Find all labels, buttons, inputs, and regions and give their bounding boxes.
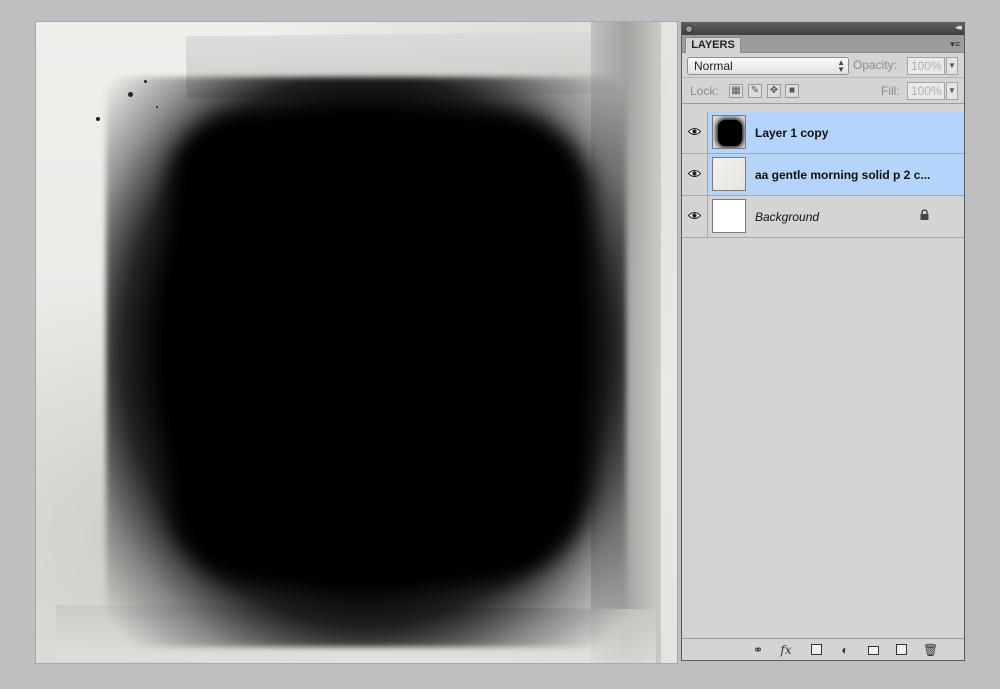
collapse-icon[interactable]: ◂◂ xyxy=(955,22,962,33)
lock-label: Lock: xyxy=(690,84,719,98)
tab-layers[interactable]: LAYERS xyxy=(685,37,741,53)
eye-icon xyxy=(688,170,701,177)
fill-field[interactable]: 100% xyxy=(907,82,945,100)
layers-list: Layer 1 copy aa gentle morning solid p 2… xyxy=(682,112,964,238)
ink-frame-core xyxy=(171,112,591,582)
fx-icon[interactable]: fx xyxy=(778,642,794,658)
layer-name: Background xyxy=(755,210,820,224)
fill-dropdown-icon[interactable]: ▼ xyxy=(946,82,958,100)
lock-position-icon[interactable]: ✥ xyxy=(767,84,781,98)
layer-row-background[interactable]: Background xyxy=(682,196,964,238)
visibility-toggle[interactable] xyxy=(682,196,708,237)
ink-speck xyxy=(156,106,158,108)
lock-all-icon[interactable]: ■ xyxy=(785,84,799,98)
visibility-toggle[interactable] xyxy=(682,112,708,153)
layer-row-paper[interactable]: aa gentle morning solid p 2 c... xyxy=(682,154,964,196)
layer-name: aa gentle morning solid p 2 c... xyxy=(755,168,931,182)
close-icon[interactable] xyxy=(685,25,693,33)
ink-speck xyxy=(96,117,100,121)
layers-panel: ◂◂ LAYERS ▾≡ Normal ▲ ▼ Opacity: 100% ▼ L… xyxy=(681,22,965,661)
layer-name: Layer 1 copy xyxy=(755,126,829,140)
fill-label: Fill: xyxy=(881,84,900,98)
link-layers-icon[interactable]: ⚭ xyxy=(748,642,768,658)
layer-thumbnail xyxy=(712,199,746,233)
opacity-field[interactable]: 100% xyxy=(907,57,945,75)
ink-speck xyxy=(144,80,147,83)
lock-row: Lock: ▦ ✎ ✥ ■ Fill: 100% ▼ xyxy=(682,78,964,104)
group-folder-icon[interactable] xyxy=(868,646,879,655)
layer-mask-icon[interactable] xyxy=(811,644,822,655)
trash-icon[interactable]: 🗑 xyxy=(923,642,938,658)
panel-titlebar[interactable]: ◂◂ xyxy=(682,22,964,35)
opacity-label: Opacity: xyxy=(853,58,898,72)
lock-image-icon[interactable]: ✎ xyxy=(748,84,762,98)
layer-thumbnail xyxy=(712,157,746,191)
panel-menu-icon[interactable]: ▾≡ xyxy=(946,39,960,49)
lock-transparent-icon[interactable]: ▦ xyxy=(729,84,743,98)
blend-mode-value: Normal xyxy=(694,59,733,73)
adjustment-layer-icon[interactable]: ◐ xyxy=(837,642,853,658)
visibility-toggle[interactable] xyxy=(682,154,708,195)
eye-icon xyxy=(688,128,701,135)
eye-icon xyxy=(688,212,701,219)
panel-tab-row: LAYERS ▾≡ xyxy=(682,35,964,53)
blend-row: Normal ▲ ▼ Opacity: 100% ▼ xyxy=(682,53,964,78)
document-canvas[interactable] xyxy=(36,22,677,663)
layer-thumbnail xyxy=(712,115,746,149)
layer-row-layer-1-copy[interactable]: Layer 1 copy xyxy=(682,112,964,154)
opacity-dropdown-icon[interactable]: ▼ xyxy=(946,57,958,75)
panel-footer: ⚭ fx ◐ 🗑 xyxy=(682,638,964,660)
select-arrows-icon: ▲ ▼ xyxy=(837,58,845,74)
blend-mode-select[interactable]: Normal ▲ ▼ xyxy=(687,57,849,75)
lock-icon xyxy=(920,209,929,220)
new-layer-icon[interactable] xyxy=(896,644,907,655)
ink-speck xyxy=(128,92,133,97)
